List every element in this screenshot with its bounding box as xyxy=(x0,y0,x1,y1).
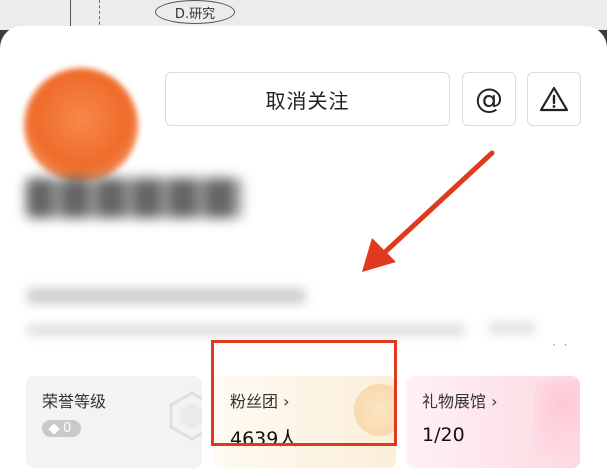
gift-gallery-card[interactable]: 礼物展馆 › 1/20 xyxy=(406,376,580,468)
flower-decoration-icon xyxy=(534,380,580,458)
bio-line-blurred xyxy=(488,322,536,334)
username-blurred xyxy=(26,178,242,218)
honor-level-card[interactable]: 荣誉等级 0 xyxy=(26,376,202,468)
hexagon-decoration-icon xyxy=(169,391,202,441)
at-icon: @ xyxy=(475,82,503,115)
background-oval-label: D.研究 xyxy=(155,0,235,24)
annotation-highlight-box xyxy=(211,340,397,446)
mention-button[interactable]: @ xyxy=(462,72,516,126)
more-indicator[interactable]: · · xyxy=(552,338,569,352)
report-button[interactable] xyxy=(527,72,581,126)
bio-line-blurred xyxy=(26,288,306,304)
bio-line-blurred xyxy=(26,324,466,336)
honor-level-value: 0 xyxy=(63,421,72,436)
avatar[interactable] xyxy=(24,68,138,182)
diamond-icon xyxy=(48,422,60,435)
honor-level-badge: 0 xyxy=(42,420,82,437)
unfollow-button[interactable]: 取消关注 xyxy=(165,72,450,126)
warning-triangle-icon xyxy=(539,86,569,112)
